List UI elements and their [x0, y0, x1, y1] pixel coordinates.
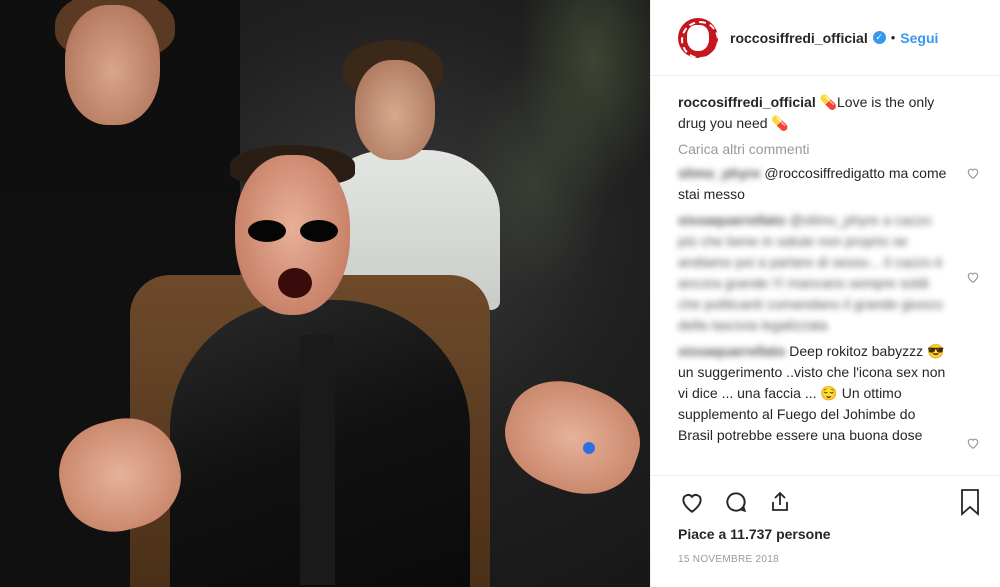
action-bar: Piace a 11.737 persone 15 NOVEMBRE 2018	[651, 475, 1000, 587]
comments-area[interactable]: roccosiffredi_official 💊Love is the only…	[651, 76, 1000, 474]
post-date: 15 NOVEMBRE 2018	[678, 554, 779, 565]
person-center	[130, 145, 560, 587]
comment-item: slimo_phyre @roccosiffredigatto ma come …	[678, 163, 984, 205]
post-header: roccosiffredi_official ✓ • Segui	[651, 0, 1000, 76]
heart-icon[interactable]	[678, 488, 706, 516]
comment-icon[interactable]	[722, 488, 750, 516]
likes-count[interactable]: Piace a 11.737 persone	[678, 526, 984, 542]
comment-username[interactable]: sissaquarrellato	[678, 343, 785, 359]
avatar[interactable]	[678, 17, 718, 58]
caption: roccosiffredi_official 💊Love is the only…	[678, 92, 984, 134]
separator-dot: •	[890, 30, 896, 45]
action-icons	[678, 486, 984, 518]
post-photo[interactable]	[0, 0, 650, 587]
caption-username[interactable]: roccosiffredi_official	[678, 94, 816, 110]
comment-username[interactable]: slimo_phyre	[678, 165, 760, 181]
share-icon[interactable]	[766, 488, 794, 516]
side-panel: roccosiffredi_official ✓ • Segui roccosi…	[650, 0, 1000, 587]
comment-text: @slimo_phyre a cazzo più che bene in sal…	[678, 212, 943, 333]
header-username[interactable]: roccosiffredi_official	[730, 30, 868, 46]
verified-badge-icon: ✓	[872, 31, 886, 44]
comment-username[interactable]: sissaquarrellato	[678, 212, 785, 228]
heart-icon[interactable]	[966, 436, 980, 450]
blue-pill	[583, 442, 595, 454]
comment-item: sissaquarrellato Deep rokitoz babyzzz 😎 …	[678, 341, 984, 449]
load-more-comments-button[interactable]: Carica altri commenti	[678, 141, 984, 157]
heart-icon[interactable]	[966, 270, 980, 284]
comment-item: sissaquarrellato @slimo_phyre a cazzo pi…	[678, 210, 984, 336]
post-modal: roccosiffredi_official ✓ • Segui roccosi…	[0, 0, 1000, 587]
follow-button[interactable]: Segui	[900, 30, 938, 46]
bookmark-icon[interactable]	[956, 488, 984, 516]
heart-icon[interactable]	[966, 166, 980, 180]
